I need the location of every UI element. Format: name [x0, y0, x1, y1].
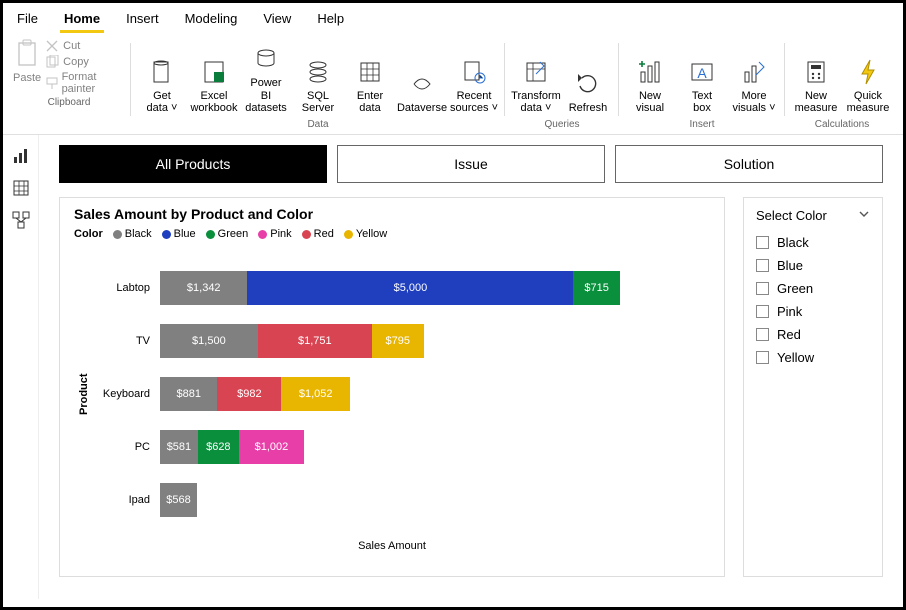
- bar-segment: $581: [160, 430, 198, 464]
- bar-stack[interactable]: $1,342$5,000$715: [160, 271, 620, 305]
- ribbon-quick-measure[interactable]: Quick measure: [843, 39, 893, 117]
- slicer-option-blue[interactable]: Blue: [756, 254, 870, 277]
- bar-category: Ipad: [94, 494, 150, 506]
- bar-stack[interactable]: $581$628$1,002: [160, 430, 304, 464]
- legend-item-green[interactable]: Green: [206, 228, 249, 240]
- menu-file[interactable]: File: [13, 7, 42, 33]
- ribbon-dataverse[interactable]: Dataverse: [397, 39, 447, 117]
- menu-view[interactable]: View: [259, 7, 295, 33]
- bar-category: TV: [94, 335, 150, 347]
- ribbon-sql-server[interactable]: SQL Server: [293, 39, 343, 117]
- chevron-down-icon[interactable]: [858, 208, 870, 223]
- data-view-icon[interactable]: [12, 179, 30, 197]
- ribbon-get-data[interactable]: Get data ˅: [137, 39, 187, 117]
- report-view-icon[interactable]: [12, 147, 30, 165]
- chart-title: Sales Amount by Product and Color: [74, 206, 710, 222]
- group-label-queries: Queries: [544, 117, 579, 134]
- checkbox-icon[interactable]: [756, 236, 769, 249]
- slicer-option-pink[interactable]: Pink: [756, 300, 870, 323]
- checkbox-icon[interactable]: [756, 259, 769, 272]
- ribbon-new-visual[interactable]: New visual: [625, 39, 675, 117]
- bar-segment: $1,500: [160, 324, 258, 358]
- cut-button[interactable]: Cut: [45, 39, 125, 53]
- ribbon-enter-data[interactable]: Enter data: [345, 39, 395, 117]
- bar-segment: $1,052: [281, 377, 350, 411]
- tab-all-products[interactable]: All Products: [59, 145, 327, 183]
- checkbox-icon[interactable]: [756, 351, 769, 364]
- bar-stack[interactable]: $568: [160, 483, 197, 517]
- ribbon-more-visuals[interactable]: More visuals ˅: [729, 39, 779, 117]
- bar-category: Labtop: [94, 282, 150, 294]
- slicer-option-green[interactable]: Green: [756, 277, 870, 300]
- menu-home[interactable]: Home: [60, 7, 104, 33]
- slicer-title: Select Color: [756, 208, 827, 223]
- slicer-option-red[interactable]: Red: [756, 323, 870, 346]
- ribbon-excel-workbook[interactable]: Excel workbook: [189, 39, 239, 117]
- tab-solution[interactable]: Solution: [615, 145, 883, 183]
- chart-visual[interactable]: Sales Amount by Product and Color Color B…: [59, 197, 725, 577]
- bar-segment: $1,342: [160, 271, 247, 305]
- legend-item-black[interactable]: Black: [113, 228, 152, 240]
- bar-segment: $1,002: [239, 430, 304, 464]
- tab-issue[interactable]: Issue: [337, 145, 605, 183]
- checkbox-icon[interactable]: [756, 305, 769, 318]
- bar-segment: $795: [372, 324, 424, 358]
- slicer-option-yellow[interactable]: Yellow: [756, 346, 870, 369]
- ribbon-transform-data[interactable]: Transform data ˅: [511, 39, 561, 117]
- group-label-data: Data: [307, 117, 328, 134]
- ribbon-new-measure[interactable]: New measure: [791, 39, 841, 117]
- bar-segment: $628: [198, 430, 239, 464]
- legend-label: Color: [74, 228, 103, 240]
- x-axis-label: Sales Amount: [74, 540, 710, 552]
- bar-segment: $881: [160, 377, 217, 411]
- paste-button[interactable]: Paste: [13, 39, 41, 84]
- group-label-insert: Insert: [689, 117, 714, 134]
- slicer-option-black[interactable]: Black: [756, 231, 870, 254]
- bar-category: Keyboard: [94, 388, 150, 400]
- checkbox-icon[interactable]: [756, 282, 769, 295]
- ribbon-power-bi-datasets[interactable]: Power BI datasets: [241, 39, 291, 117]
- ribbon-refresh[interactable]: Refresh: [563, 39, 613, 117]
- bar-category: PC: [94, 441, 150, 453]
- svg-text:A: A: [697, 65, 707, 81]
- menu-insert[interactable]: Insert: [122, 7, 163, 33]
- menu-help[interactable]: Help: [313, 7, 348, 33]
- group-label-clipboard: Clipboard: [48, 95, 91, 112]
- ribbon-text-box[interactable]: AText box: [677, 39, 727, 117]
- legend-item-red[interactable]: Red: [302, 228, 334, 240]
- bar-segment: $715: [573, 271, 620, 305]
- menu-modeling[interactable]: Modeling: [181, 7, 242, 33]
- bar-segment: $568: [160, 483, 197, 517]
- bar-segment: $5,000: [247, 271, 573, 305]
- checkbox-icon[interactable]: [756, 328, 769, 341]
- legend-item-blue[interactable]: Blue: [162, 228, 196, 240]
- group-label-calculations: Calculations: [815, 117, 869, 134]
- y-axis-label: Product: [74, 254, 90, 534]
- slicer-visual[interactable]: Select Color BlackBlueGreenPinkRedYellow: [743, 197, 883, 577]
- format-painter-button[interactable]: Format painter: [45, 71, 125, 95]
- ribbon-recent-sources[interactable]: Recent sources ˅: [449, 39, 499, 117]
- bar-segment: $982: [217, 377, 281, 411]
- copy-button[interactable]: Copy: [45, 55, 125, 69]
- bar-stack[interactable]: $881$982$1,052: [160, 377, 350, 411]
- bar-segment: $1,751: [258, 324, 372, 358]
- legend-item-pink[interactable]: Pink: [258, 228, 291, 240]
- model-view-icon[interactable]: [12, 211, 30, 229]
- legend-item-yellow[interactable]: Yellow: [344, 228, 387, 240]
- bar-stack[interactable]: $1,500$1,751$795: [160, 324, 424, 358]
